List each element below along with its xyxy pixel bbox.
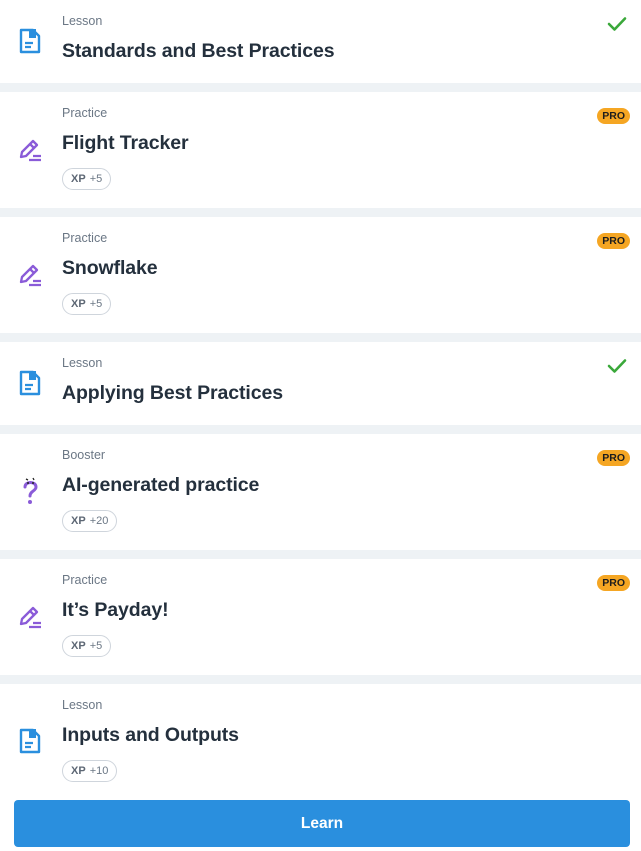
item-title: Standards and Best Practices — [62, 40, 335, 62]
lesson-icon — [17, 27, 43, 55]
lesson-icon — [17, 369, 43, 397]
pro-badge: PRO — [597, 108, 630, 124]
xp-badge: XP +5 — [62, 635, 112, 657]
xp-label: XP — [71, 765, 86, 777]
item-title: Flight Tracker — [62, 132, 189, 154]
xp-label: XP — [71, 173, 86, 185]
item-type-label: Practice — [62, 573, 108, 587]
lesson-icon — [17, 727, 43, 755]
xp-value: +10 — [89, 765, 109, 777]
pro-badge: PRO — [597, 450, 630, 466]
xp-badge: XP +5 — [62, 168, 112, 190]
item-title: Inputs and Outputs — [62, 724, 239, 746]
list-item[interactable]: Booster AI-generated practice XP +20 PRO — [0, 434, 641, 550]
pro-badge: PRO — [597, 575, 630, 591]
xp-label: XP — [71, 298, 86, 310]
xp-value: +5 — [89, 173, 103, 185]
list-item[interactable]: Practice Snowflake XP +5 PRO — [0, 217, 641, 333]
checkmark-icon — [607, 358, 627, 374]
item-type-label: Lesson — [62, 698, 103, 712]
xp-label: XP — [71, 640, 86, 652]
learn-button[interactable]: Learn — [14, 800, 630, 847]
item-type-label: Lesson — [62, 356, 103, 370]
item-type-label: Practice — [62, 106, 108, 120]
xp-badge: XP +5 — [62, 293, 112, 315]
list-item[interactable]: Practice It’s Payday! XP +5 PRO — [0, 559, 641, 675]
item-type-label: Booster — [62, 448, 106, 462]
item-title: Snowflake — [62, 257, 158, 279]
xp-label: XP — [71, 515, 86, 527]
practice-pencil-icon — [17, 602, 43, 630]
item-title: It’s Payday! — [62, 599, 169, 621]
pro-badge: PRO — [597, 233, 630, 249]
checkmark-icon — [607, 16, 627, 32]
list-item[interactable]: Lesson Applying Best Practices — [0, 342, 641, 425]
xp-value: +5 — [89, 640, 103, 652]
xp-badge: XP +20 — [62, 510, 118, 532]
xp-value: +20 — [89, 515, 109, 527]
item-type-label: Practice — [62, 231, 108, 245]
item-type-label: Lesson — [62, 14, 103, 28]
xp-value: +5 — [89, 298, 103, 310]
item-title: Applying Best Practices — [62, 382, 283, 404]
booster-question-icon — [17, 477, 43, 505]
practice-pencil-icon — [17, 260, 43, 288]
list-item[interactable]: Practice Flight Tracker XP +5 PRO — [0, 92, 641, 208]
item-title: AI-generated practice — [62, 474, 260, 496]
practice-pencil-icon — [17, 135, 43, 163]
list-item[interactable]: Lesson Standards and Best Practices — [0, 0, 641, 83]
xp-badge: XP +10 — [62, 760, 118, 782]
